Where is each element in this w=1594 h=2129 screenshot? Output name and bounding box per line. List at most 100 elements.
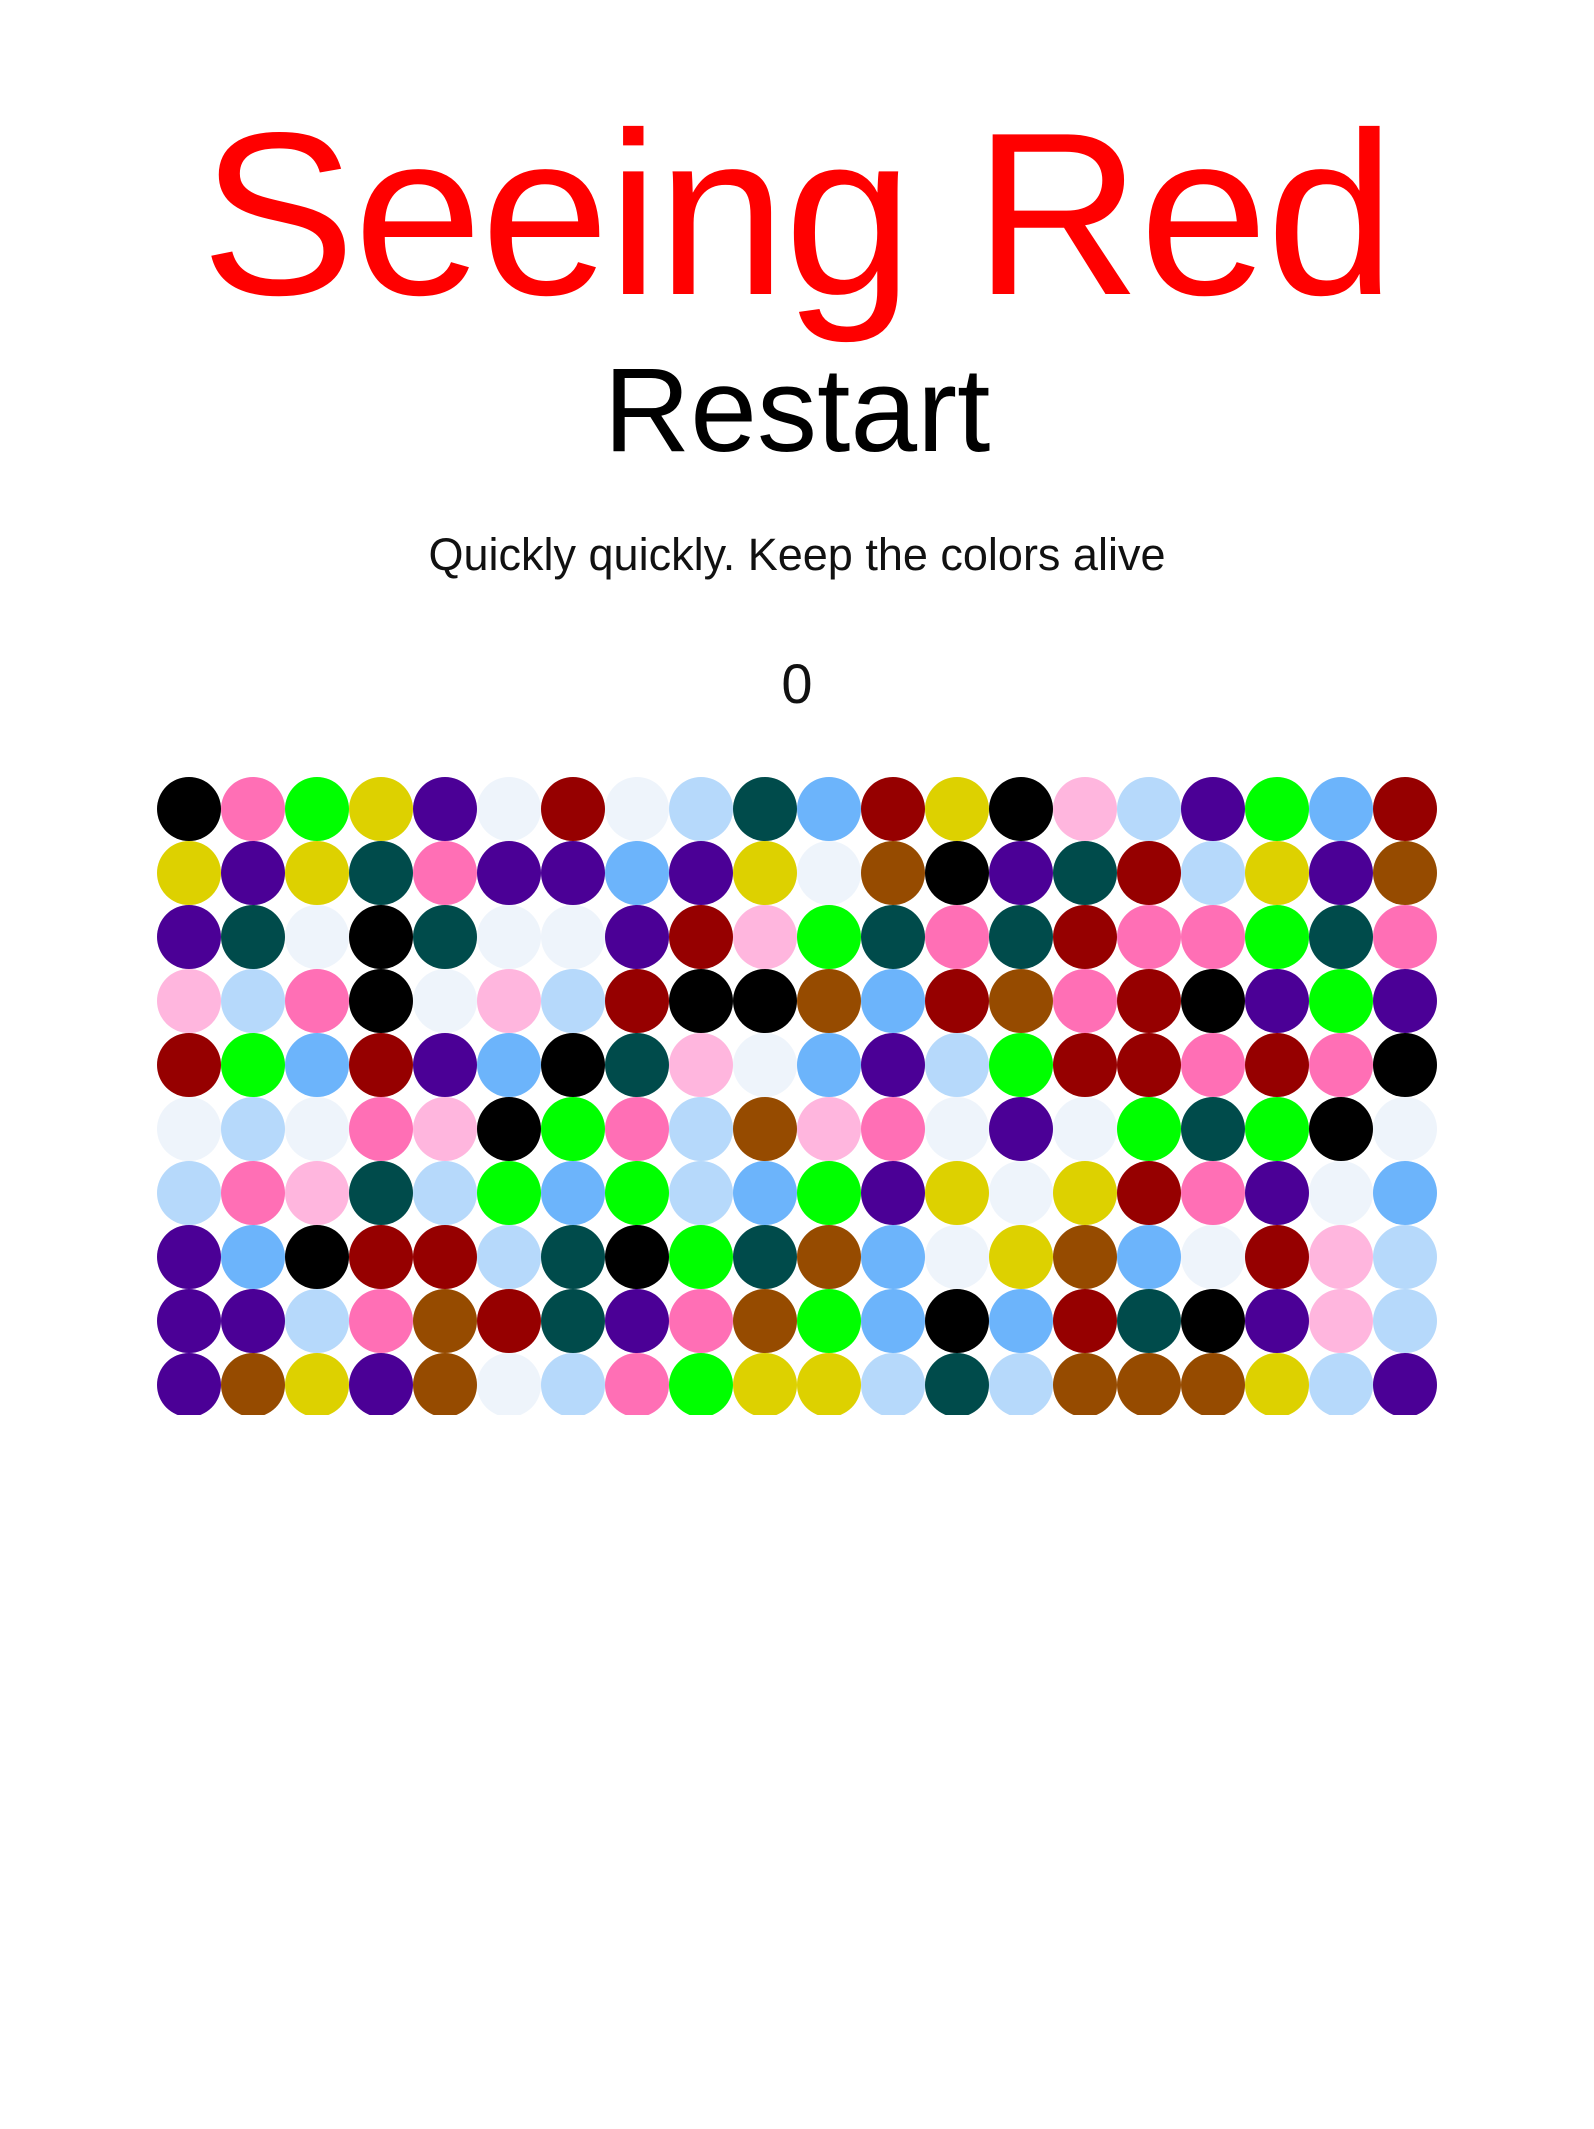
color-dot-yellow[interactable] bbox=[349, 777, 413, 841]
color-dot-pale-blue[interactable] bbox=[797, 841, 861, 905]
color-dot-purple[interactable] bbox=[989, 1097, 1053, 1161]
color-dot-black[interactable] bbox=[669, 969, 733, 1033]
color-dot-yellow[interactable] bbox=[925, 777, 989, 841]
color-dot-black[interactable] bbox=[1181, 969, 1245, 1033]
color-dot-sky-blue[interactable] bbox=[1117, 1225, 1181, 1289]
color-dot-lime[interactable] bbox=[1245, 905, 1309, 969]
color-dot-pink[interactable] bbox=[349, 1289, 413, 1353]
color-dot-purple[interactable] bbox=[413, 1033, 477, 1097]
color-dot-maroon[interactable] bbox=[1053, 905, 1117, 969]
color-dot-light-blue[interactable] bbox=[669, 777, 733, 841]
color-dot-light-blue[interactable] bbox=[1117, 777, 1181, 841]
color-dot-maroon[interactable] bbox=[1117, 1161, 1181, 1225]
color-dot-pale-blue[interactable] bbox=[989, 1161, 1053, 1225]
color-dot-teal[interactable] bbox=[989, 905, 1053, 969]
color-dot-maroon[interactable] bbox=[541, 777, 605, 841]
color-dot-purple[interactable] bbox=[413, 777, 477, 841]
color-dot-maroon[interactable] bbox=[1245, 1225, 1309, 1289]
color-dot-brown[interactable] bbox=[861, 841, 925, 905]
color-dot-yellow[interactable] bbox=[733, 841, 797, 905]
color-dot-yellow[interactable] bbox=[157, 841, 221, 905]
color-dot-teal[interactable] bbox=[861, 905, 925, 969]
color-dot-purple[interactable] bbox=[605, 1289, 669, 1353]
color-dot-black[interactable] bbox=[1373, 1033, 1437, 1097]
color-dot-purple[interactable] bbox=[1245, 1161, 1309, 1225]
color-dot-maroon[interactable] bbox=[1053, 1033, 1117, 1097]
color-dot-pink[interactable] bbox=[605, 1097, 669, 1161]
color-dot-pale-blue[interactable] bbox=[925, 1097, 989, 1161]
color-dot-purple[interactable] bbox=[541, 841, 605, 905]
color-dot-lime[interactable] bbox=[285, 777, 349, 841]
color-dot-brown[interactable] bbox=[1373, 841, 1437, 905]
color-dot-maroon[interactable] bbox=[477, 1289, 541, 1353]
color-dot-black[interactable] bbox=[989, 777, 1053, 841]
color-dot-light-blue[interactable] bbox=[541, 1353, 605, 1415]
color-dot-pink[interactable] bbox=[1181, 905, 1245, 969]
color-dot-black[interactable] bbox=[1309, 1097, 1373, 1161]
color-dot-purple[interactable] bbox=[1373, 1353, 1437, 1415]
color-dot-black[interactable] bbox=[349, 905, 413, 969]
color-dot-pale-blue[interactable] bbox=[605, 777, 669, 841]
color-dot-pale-blue[interactable] bbox=[157, 1097, 221, 1161]
color-dot-lime[interactable] bbox=[1309, 969, 1373, 1033]
color-dot-purple[interactable] bbox=[605, 905, 669, 969]
color-dot-purple[interactable] bbox=[221, 841, 285, 905]
color-dot-yellow[interactable] bbox=[1245, 841, 1309, 905]
color-dot-black[interactable] bbox=[605, 1225, 669, 1289]
color-dot-maroon[interactable] bbox=[1053, 1289, 1117, 1353]
color-dot-purple[interactable] bbox=[1373, 969, 1437, 1033]
color-dot-pale-blue[interactable] bbox=[733, 1033, 797, 1097]
color-dot-maroon[interactable] bbox=[1245, 1033, 1309, 1097]
color-dot-brown[interactable] bbox=[733, 1289, 797, 1353]
color-dot-light-blue[interactable] bbox=[221, 1097, 285, 1161]
color-dot-purple[interactable] bbox=[221, 1289, 285, 1353]
color-dot-lime[interactable] bbox=[797, 1289, 861, 1353]
color-dot-lime[interactable] bbox=[669, 1225, 733, 1289]
color-dot-yellow[interactable] bbox=[989, 1225, 1053, 1289]
color-dot-black[interactable] bbox=[733, 969, 797, 1033]
color-dot-maroon[interactable] bbox=[1373, 777, 1437, 841]
color-dot-brown[interactable] bbox=[1117, 1353, 1181, 1415]
color-dot-pale-blue[interactable] bbox=[1181, 1225, 1245, 1289]
color-dot-light-pink[interactable] bbox=[797, 1097, 861, 1161]
color-dot-sky-blue[interactable] bbox=[861, 1225, 925, 1289]
color-dot-teal[interactable] bbox=[349, 841, 413, 905]
color-dot-teal[interactable] bbox=[605, 1033, 669, 1097]
color-dot-maroon[interactable] bbox=[413, 1225, 477, 1289]
color-dot-sky-blue[interactable] bbox=[605, 841, 669, 905]
color-dot-pink[interactable] bbox=[1117, 905, 1181, 969]
color-dot-light-blue[interactable] bbox=[1181, 841, 1245, 905]
color-dot-light-blue[interactable] bbox=[285, 1289, 349, 1353]
color-dot-black[interactable] bbox=[285, 1225, 349, 1289]
color-dot-yellow[interactable] bbox=[733, 1353, 797, 1415]
color-dot-yellow[interactable] bbox=[925, 1161, 989, 1225]
color-dot-light-blue[interactable] bbox=[1373, 1225, 1437, 1289]
color-dot-teal[interactable] bbox=[349, 1161, 413, 1225]
color-dot-pink[interactable] bbox=[925, 905, 989, 969]
color-dot-black[interactable] bbox=[541, 1033, 605, 1097]
color-dot-light-pink[interactable] bbox=[1053, 777, 1117, 841]
color-dot-sky-blue[interactable] bbox=[541, 1161, 605, 1225]
color-dot-light-blue[interactable] bbox=[861, 1353, 925, 1415]
color-dot-pink[interactable] bbox=[1309, 1033, 1373, 1097]
color-dot-lime[interactable] bbox=[541, 1097, 605, 1161]
color-dot-maroon[interactable] bbox=[349, 1033, 413, 1097]
color-dot-sky-blue[interactable] bbox=[797, 777, 861, 841]
color-dot-light-blue[interactable] bbox=[669, 1161, 733, 1225]
color-dot-lime[interactable] bbox=[1245, 777, 1309, 841]
color-dot-pink[interactable] bbox=[1373, 905, 1437, 969]
color-dot-maroon[interactable] bbox=[157, 1033, 221, 1097]
color-dot-purple[interactable] bbox=[861, 1161, 925, 1225]
color-dot-pink[interactable] bbox=[861, 1097, 925, 1161]
color-dot-sky-blue[interactable] bbox=[221, 1225, 285, 1289]
color-dot-brown[interactable] bbox=[1053, 1353, 1117, 1415]
color-dot-lime[interactable] bbox=[989, 1033, 1053, 1097]
color-dot-pale-blue[interactable] bbox=[285, 1097, 349, 1161]
color-dot-brown[interactable] bbox=[221, 1353, 285, 1415]
color-dot-purple[interactable] bbox=[1181, 777, 1245, 841]
color-dot-pink[interactable] bbox=[221, 1161, 285, 1225]
restart-button[interactable]: Restart bbox=[0, 340, 1594, 480]
color-dot-maroon[interactable] bbox=[349, 1225, 413, 1289]
color-dot-pink[interactable] bbox=[1053, 969, 1117, 1033]
color-dot-pink[interactable] bbox=[1181, 1161, 1245, 1225]
